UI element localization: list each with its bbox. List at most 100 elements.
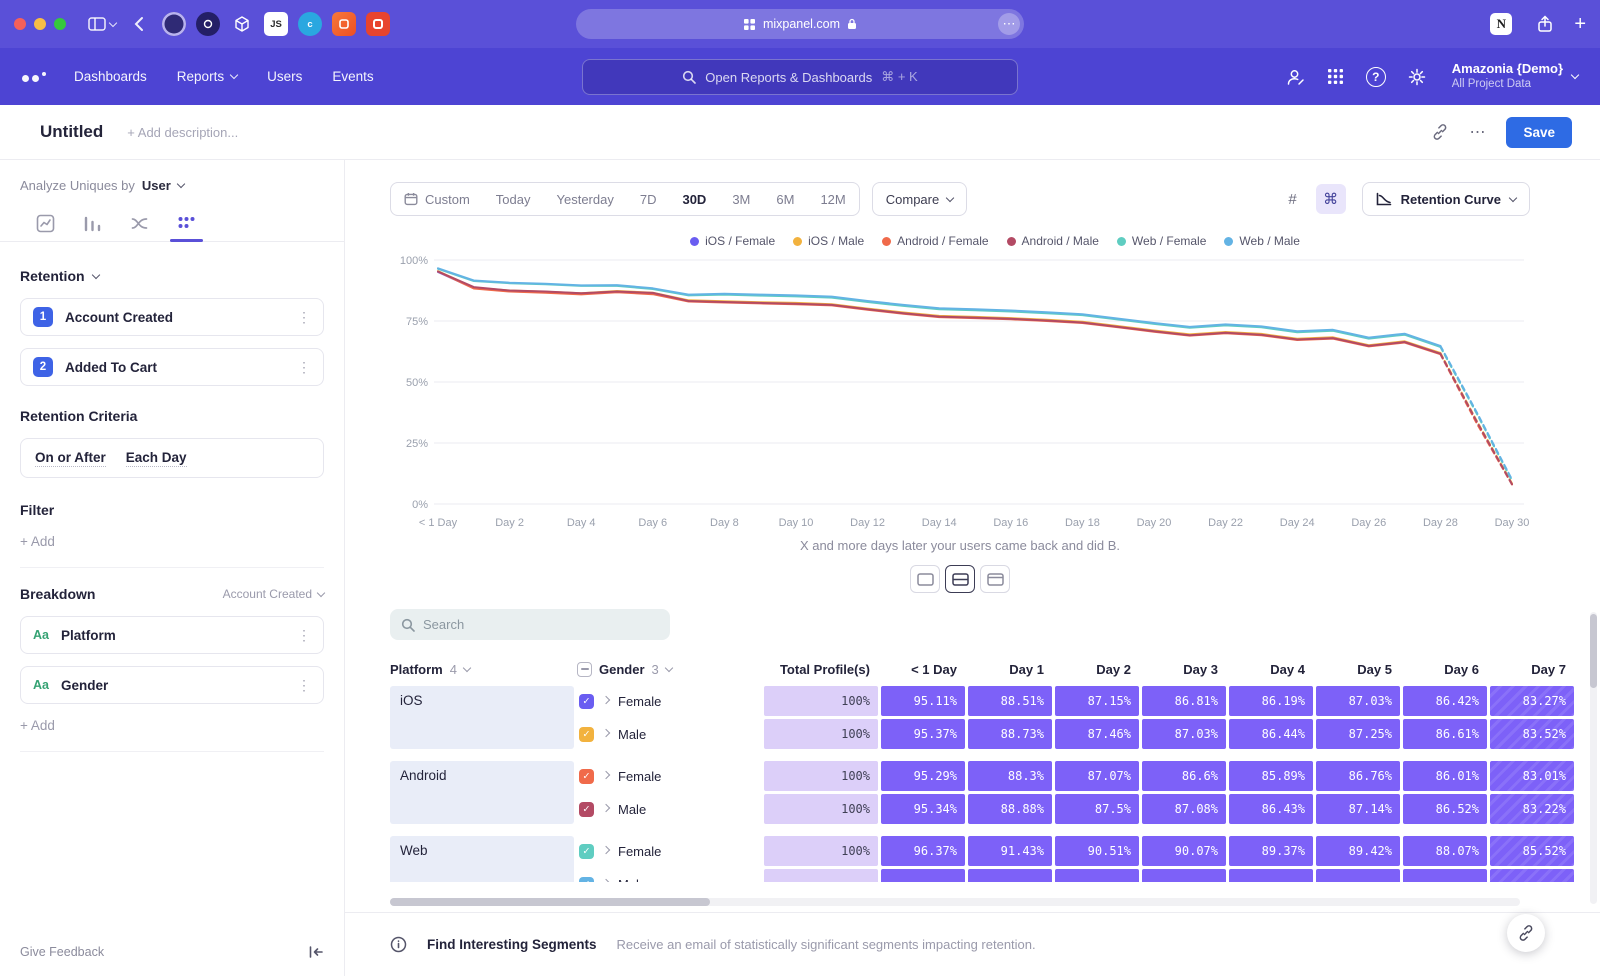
apps-grid-icon[interactable] [1327,68,1344,85]
kebab-menu-icon[interactable]: ⋮ [297,677,311,694]
extension-circle-icon[interactable] [196,12,220,36]
table-row[interactable]: ✓Male [577,719,761,749]
nav-item-reports[interactable]: Reports [177,69,237,84]
more-options-icon[interactable]: ⋯ [1469,122,1486,142]
legend-item[interactable]: Web / Male [1224,234,1299,248]
window-minimize-button[interactable] [34,18,46,30]
chevron-down-icon[interactable] [109,18,117,26]
chevron-right-icon[interactable] [602,878,610,882]
view-toggle-split[interactable] [945,565,975,593]
chevron-right-icon[interactable] [602,695,610,703]
compare-button[interactable]: Compare [872,182,967,216]
help-icon[interactable]: ? [1366,67,1386,87]
range-30d[interactable]: 30D [669,183,719,215]
nav-item-dashboards[interactable]: Dashboards [74,69,147,84]
table-row[interactable]: ✓Female [577,836,761,866]
annotations-icon[interactable]: # [1278,184,1308,214]
address-bar[interactable]: mixpanel.com ⋯ [576,9,1024,39]
save-button[interactable]: Save [1506,117,1572,148]
row-checkbox[interactable]: ✓ [579,769,594,784]
tab-insights[interactable] [36,205,55,241]
window-zoom-button[interactable] [54,18,66,30]
add-filter-button[interactable]: + Add [20,534,55,549]
breakdown-item-gender[interactable]: AaGender⋮ [20,666,324,704]
breakdown-item-platform[interactable]: AaPlatform⋮ [20,616,324,654]
analyze-entity-dropdown[interactable]: User [142,178,171,193]
kebab-menu-icon[interactable]: ⋮ [297,309,311,326]
retention-step-1[interactable]: 1Account Created⋮ [20,298,324,336]
notion-icon[interactable]: N [1490,13,1512,35]
platform-cell[interactable]: Web [390,836,574,882]
platform-cell[interactable]: Android [390,761,574,824]
table-row[interactable]: ✓Female [577,686,761,716]
extension-orange-app-icon[interactable] [332,12,356,36]
new-tab-icon[interactable]: + [1574,14,1586,34]
gender-header-dropdown[interactable]: Gender 3 [577,662,761,677]
legend-item[interactable]: iOS / Female [690,234,775,248]
chevron-right-icon[interactable] [602,845,610,853]
range-today[interactable]: Today [483,183,544,215]
criteria-each-day-dropdown[interactable]: Each Day [126,450,187,467]
row-checkbox[interactable]: ✓ [579,694,594,709]
row-checkbox[interactable]: ✓ [579,802,594,817]
table-search-input[interactable]: Search [390,609,670,640]
row-checkbox[interactable]: ✓ [579,844,594,859]
table-row[interactable]: ✓Male [577,794,761,824]
legend-item[interactable]: Web / Female [1117,234,1206,248]
range-12m[interactable]: 12M [807,183,858,215]
chevron-right-icon[interactable] [602,803,610,811]
global-search[interactable]: Open Reports & Dashboards ⌘ + K [582,59,1018,95]
add-description-button[interactable]: + Add description... [127,125,238,140]
tab-retention[interactable] [177,205,196,241]
table-row[interactable]: ✓Female [577,761,761,791]
share-icon[interactable] [1532,11,1558,37]
extension-package-icon[interactable] [230,12,254,36]
vertical-scrollbar-thumb[interactable] [1590,614,1597,688]
nav-item-users[interactable]: Users [267,69,302,84]
copy-link-icon[interactable] [1431,123,1449,141]
users-activity-icon[interactable] [1286,68,1305,86]
retention-step-2[interactable]: 2Added To Cart⋮ [20,348,324,386]
range-3m[interactable]: 3M [719,183,763,215]
extension-js-icon[interactable]: JS [264,12,288,36]
segments-title[interactable]: Find Interesting Segments [427,937,597,952]
browser-sidebar-icon[interactable] [84,11,110,37]
tab-flows[interactable] [130,205,149,241]
back-icon[interactable] [126,11,152,37]
extension-c-icon[interactable]: c [298,12,322,36]
range-7d[interactable]: 7D [627,183,670,215]
legend-item[interactable]: Android / Female [882,234,988,248]
horizontal-scrollbar-thumb[interactable] [390,898,710,906]
row-checkbox[interactable]: ✓ [579,727,594,742]
share-link-fab[interactable] [1507,914,1545,952]
add-breakdown-button[interactable]: + Add [20,718,55,733]
platform-header-dropdown[interactable]: Platform 4 [390,662,574,677]
breakdown-scope-dropdown[interactable]: Account Created [223,587,324,601]
view-toggle-chart[interactable] [910,565,940,593]
tab-funnels[interactable] [83,205,102,241]
vertical-scrollbar[interactable] [1590,612,1597,904]
extension-timer-icon[interactable] [162,12,186,36]
chevron-down-icon[interactable] [91,270,99,278]
legend-item[interactable]: Android / Male [1007,234,1099,248]
mixpanel-logo[interactable] [22,72,46,82]
view-toggle-table[interactable] [980,565,1010,593]
give-feedback-link[interactable]: Give Feedback [20,945,104,959]
report-title[interactable]: Untitled [40,122,103,142]
extension-red-app-icon[interactable] [366,12,390,36]
address-more-icon[interactable]: ⋯ [998,13,1020,35]
nav-item-events[interactable]: Events [332,69,373,84]
criteria-on-or-after-dropdown[interactable]: On or After [35,450,106,467]
kebab-menu-icon[interactable]: ⋮ [297,359,311,376]
settings-gear-icon[interactable] [1408,68,1426,86]
account-switcher[interactable]: Amazonia {Demo} All Project Data [1452,61,1578,92]
row-checkbox[interactable]: ✓ [579,877,594,883]
chevron-right-icon[interactable] [602,770,610,778]
range-6m[interactable]: 6M [763,183,807,215]
table-row[interactable]: ✓Male [577,869,761,882]
range-yesterday[interactable]: Yesterday [544,183,627,215]
chart-type-dropdown[interactable]: Retention Curve [1362,182,1530,216]
horizontal-scrollbar[interactable] [390,898,1520,906]
chevron-right-icon[interactable] [602,728,610,736]
kebab-menu-icon[interactable]: ⋮ [297,627,311,644]
